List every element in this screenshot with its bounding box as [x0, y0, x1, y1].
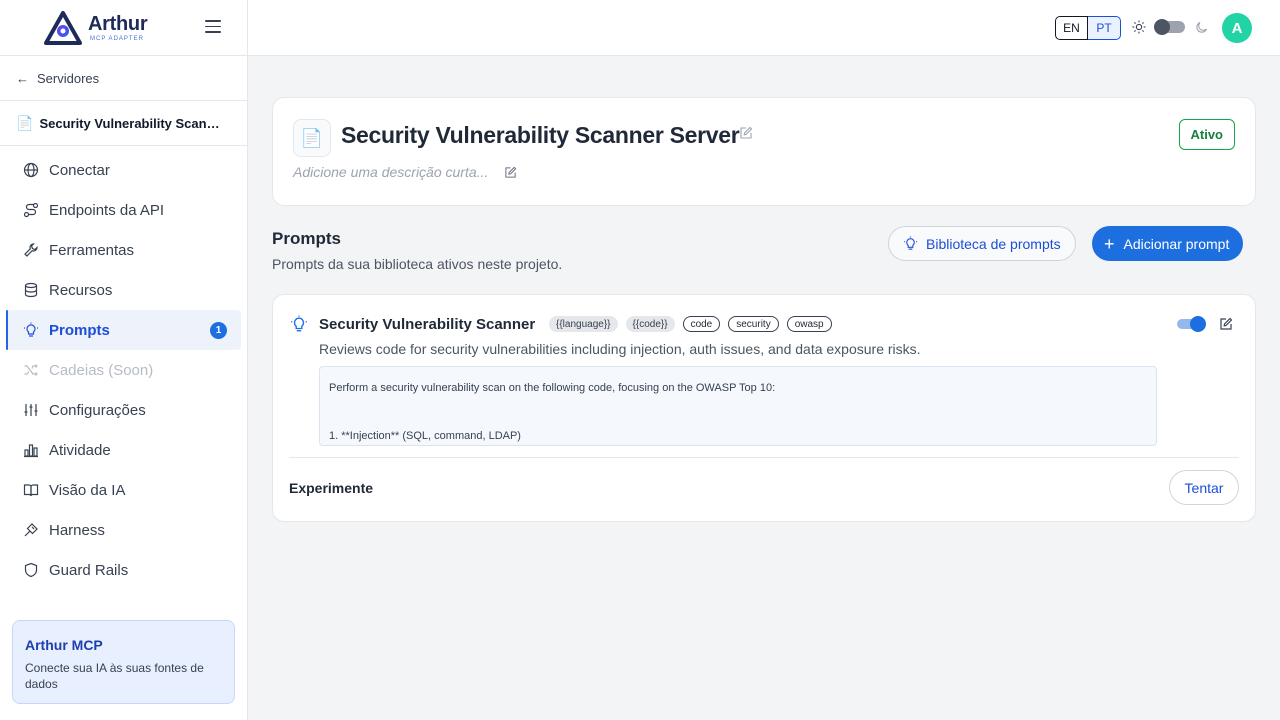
bar-chart-icon — [22, 441, 40, 459]
prompt-toggle-knob — [1190, 316, 1206, 332]
back-to-servers-link[interactable]: ← Servidores — [0, 56, 247, 101]
edit-prompt-icon[interactable] — [1219, 317, 1233, 331]
edit-description-icon[interactable] — [504, 166, 517, 179]
theme-toggle[interactable] — [1154, 19, 1185, 35]
promo-card: Arthur MCP Conecte sua IA às suas fontes… — [12, 620, 235, 704]
logo-row: Arthur MCP ADAPTER — [0, 0, 247, 56]
shield-icon — [22, 561, 40, 579]
promo-title: Arthur MCP — [25, 637, 103, 653]
sidebar-item-label: Atividade — [49, 441, 111, 459]
promo-text: Conecte sua IA às suas fontes de dados — [25, 661, 204, 691]
prompt-tags: {{language}} {{code}} code security owas… — [549, 316, 832, 332]
language-switcher: EN PT — [1055, 16, 1121, 40]
user-avatar[interactable]: A — [1222, 13, 1252, 43]
sidebar-item-prompts[interactable]: Prompts 1 — [6, 310, 241, 350]
theme-toggle-knob — [1154, 19, 1170, 35]
sidebar-item-label: Ferramentas — [49, 241, 135, 259]
book-icon — [22, 481, 40, 499]
sidebar-item-ferramentas[interactable]: Ferramentas — [6, 230, 241, 270]
route-icon — [22, 201, 40, 219]
sidebar-item-label: Prompts — [49, 321, 110, 339]
sidebar-item-label: Visão da IA — [49, 481, 126, 499]
sidebar-item-label: Endpoints da API — [49, 201, 165, 219]
lang-pt-button[interactable]: PT — [1088, 16, 1121, 40]
topbar: EN PT A — [248, 0, 1280, 56]
arthur-logo-icon — [44, 10, 82, 45]
prompt-body-line: Perform a security vulnerability scan on… — [329, 382, 776, 394]
prompt-library-button[interactable]: Biblioteca de prompts — [888, 226, 1076, 261]
description-placeholder[interactable]: Adicione uma descrição curta... — [293, 164, 488, 180]
keyword-tag: owasp — [786, 316, 832, 332]
lightbulb-icon — [903, 236, 918, 250]
section-title: Prompts — [272, 229, 341, 248]
moon-icon — [1196, 21, 1208, 33]
prompt-body[interactable]: Perform a security vulnerability scan on… — [319, 366, 1157, 446]
sidebar-item-endpoints[interactable]: Endpoints da API — [6, 190, 241, 230]
prompt-description: Reviews code for security vulnerabilitie… — [319, 341, 921, 357]
prompt-card: Security Vulnerability Scanner {{languag… — [272, 294, 1256, 522]
sidebar-item-configuracoes[interactable]: Configurações — [6, 390, 241, 430]
divider — [289, 457, 1239, 458]
brand-tagline: MCP ADAPTER — [90, 35, 144, 42]
page-title: Security Vulnerability Scanner Server — [341, 122, 740, 148]
prompt-active-toggle[interactable] — [1177, 316, 1206, 332]
keyword-tag: security — [728, 316, 779, 332]
menu-toggle-icon[interactable] — [205, 20, 221, 34]
sidebar-item-label: Conectar — [49, 161, 110, 179]
server-header-card: 📄 Security Vulnerability Scanner Server … — [272, 97, 1256, 206]
document-icon: 📄 — [16, 114, 34, 131]
sidebar-nav: Conectar Endpoints da API Ferramentas Re… — [0, 146, 247, 590]
sidebar-item-conectar[interactable]: Conectar — [6, 150, 241, 190]
sidebar-item-harness[interactable]: Harness — [6, 510, 241, 550]
harness-icon — [22, 521, 40, 539]
section-subtitle: Prompts da sua biblioteca ativos neste p… — [272, 256, 563, 272]
current-server: 📄 Security Vulnerability Scanner Server — [0, 101, 247, 146]
sidebar-item-label: Guard Rails — [49, 561, 129, 579]
lang-en-button[interactable]: EN — [1055, 16, 1088, 40]
variable-tag: {{language}} — [549, 316, 618, 332]
add-prompt-label: Adicionar prompt — [1123, 235, 1230, 252]
keyword-tag: code — [682, 316, 721, 332]
sidebar-item-recursos[interactable]: Recursos — [6, 270, 241, 310]
status-badge: Ativo — [1178, 119, 1235, 150]
try-label: Experimente — [289, 480, 374, 496]
back-label: Servidores — [37, 70, 100, 86]
logo-text: Arthur MCP ADAPTER — [88, 12, 148, 42]
shuffle-icon — [22, 361, 40, 379]
sliders-icon — [22, 401, 40, 419]
database-icon — [22, 281, 40, 299]
sidebar-item-visao-ia[interactable]: Visão da IA — [6, 470, 241, 510]
sidebar-item-guard-rails[interactable]: Guard Rails — [6, 550, 241, 590]
prompt-body-line: 1. **Injection** (SQL, command, LDAP) — [329, 430, 521, 442]
document-icon: 📄 — [293, 119, 331, 157]
edit-title-icon[interactable] — [739, 126, 753, 140]
variable-tag: {{code}} — [625, 316, 675, 332]
prompts-count-badge: 1 — [210, 321, 227, 339]
sidebar-item-label: Cadeias (Soon) — [49, 361, 154, 379]
globe-icon — [22, 161, 40, 179]
sidebar: Arthur MCP ADAPTER ← Servidores 📄 Securi… — [0, 0, 248, 720]
brand-name: Arthur — [88, 12, 148, 35]
sidebar-item-label: Configurações — [49, 401, 146, 419]
add-prompt-button[interactable]: + Adicionar prompt — [1092, 226, 1244, 261]
plus-icon: + — [1104, 233, 1115, 254]
sidebar-item-cadeias: Cadeias (Soon) — [6, 350, 241, 390]
prompt-library-label: Biblioteca de prompts — [926, 235, 1061, 252]
prompt-name: Security Vulnerability Scanner — [319, 316, 536, 333]
sidebar-item-atividade[interactable]: Atividade — [6, 430, 241, 470]
try-button[interactable]: Tentar — [1169, 470, 1239, 505]
current-server-name: Security Vulnerability Scanner Server — [39, 115, 226, 131]
sidebar-item-label: Harness — [49, 521, 105, 539]
lightbulb-icon — [22, 321, 40, 339]
sidebar-item-label: Recursos — [49, 281, 113, 299]
arrow-left-icon: ← — [16, 70, 29, 86]
sun-icon — [1132, 20, 1146, 34]
lightbulb-icon — [291, 315, 307, 332]
wrench-icon — [22, 241, 40, 259]
